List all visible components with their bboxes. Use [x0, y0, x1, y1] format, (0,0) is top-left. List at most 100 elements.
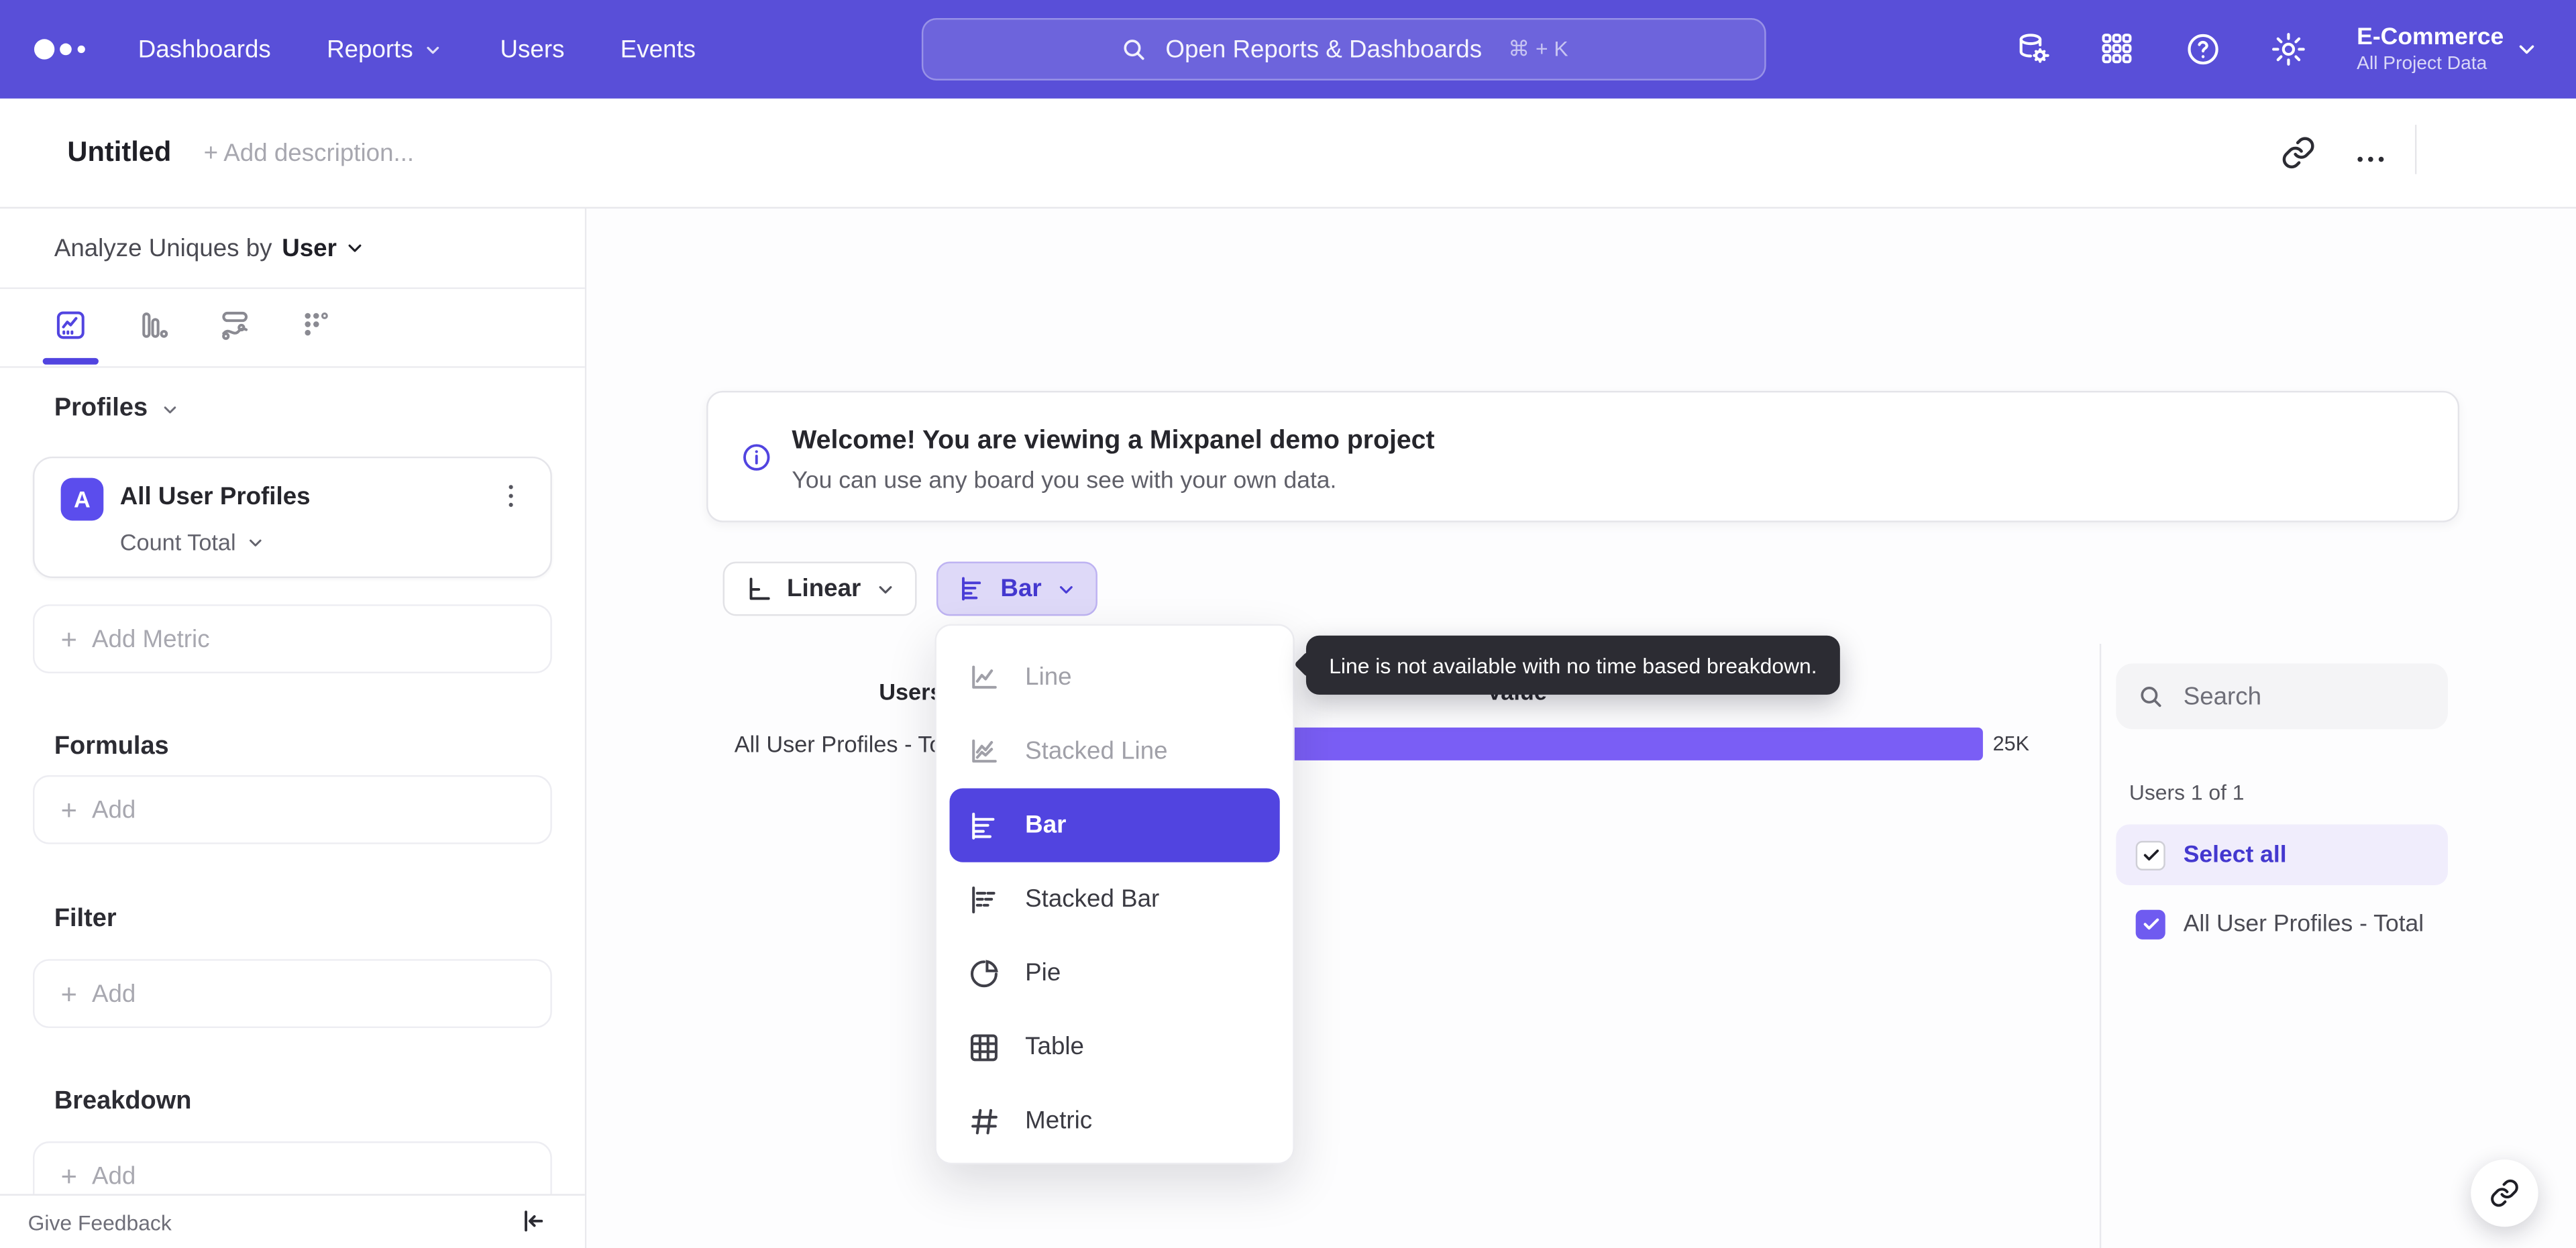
add-description-field[interactable]: + Add description...: [204, 139, 414, 168]
apps-grid-icon[interactable]: [2097, 30, 2137, 69]
add-metric-button[interactable]: + Add Metric: [32, 604, 552, 674]
analyze-entity-value: User: [282, 233, 337, 262]
add-metric-label: Add Metric: [91, 624, 210, 653]
content: Analyze Uniques by User Profiles A All U…: [0, 209, 2576, 1248]
chevron-down-icon: [423, 39, 444, 60]
project-switcher[interactable]: E-Commerce All Project Data: [2357, 24, 2504, 75]
report-title[interactable]: Untitled: [67, 136, 171, 169]
tab-insights[interactable]: [52, 307, 89, 343]
nav-item-label: Users: [500, 35, 565, 64]
sidebar-footer: Give Feedback: [0, 1194, 585, 1248]
top-nav: Dashboards Reports Users Events Open Rep…: [0, 0, 2576, 99]
give-feedback-link[interactable]: Give Feedback: [28, 1210, 172, 1235]
hash-metric-icon: [966, 1102, 1002, 1139]
select-all-row[interactable]: Select all: [2116, 824, 2448, 886]
settings-gear-icon[interactable]: [2268, 30, 2308, 69]
chevron-down-icon: [1055, 577, 1077, 600]
mixpanel-logo-icon[interactable]: [33, 36, 92, 62]
nav-item-reports[interactable]: Reports: [327, 36, 444, 63]
dropdown-item-pie[interactable]: Pie: [936, 936, 1293, 1010]
chart-type-button[interactable]: Bar: [936, 561, 1097, 616]
nav-icon-group: E-Commerce All Project Data: [2012, 0, 2576, 99]
add-filter-button[interactable]: + Add: [32, 959, 552, 1029]
report-canvas: Welcome! You are viewing a Mixpanel demo…: [586, 209, 2576, 1248]
series-checkbox[interactable]: [2135, 909, 2165, 939]
stacked-bar-chart-icon: [966, 881, 1002, 917]
search-icon: [1120, 34, 1149, 64]
collapse-sidebar-icon[interactable]: [517, 1206, 549, 1237]
chevron-down-icon[interactable]: [2514, 36, 2540, 62]
series-item-row[interactable]: All User Profiles - Total: [2116, 893, 2448, 954]
analyze-uniques-row: Analyze Uniques by User: [0, 209, 585, 290]
plus-icon: +: [60, 978, 77, 1009]
query-builder-sidebar: Analyze Uniques by User Profiles A All U…: [0, 209, 587, 1248]
scale-label: Linear: [787, 575, 861, 603]
project-scope: All Project Data: [2357, 53, 2487, 73]
metric-kebab-icon[interactable]: [494, 479, 527, 512]
project-name: E-Commerce: [2357, 23, 2504, 50]
info-icon: [739, 440, 773, 474]
check-icon: [2143, 849, 2158, 861]
analyze-entity-dropdown[interactable]: User: [282, 234, 366, 262]
primary-nav: Dashboards Reports Users Events: [138, 0, 696, 99]
plus-icon: +: [60, 1160, 77, 1192]
select-all-checkbox[interactable]: [2135, 840, 2165, 870]
tab-retention[interactable]: [299, 307, 335, 343]
formulas-section-header: Formulas: [54, 732, 169, 762]
tab-funnels[interactable]: [135, 307, 171, 343]
aggregation-value: Count Total: [119, 528, 236, 555]
dropdown-item-metric[interactable]: Metric: [936, 1084, 1293, 1157]
aggregation-dropdown[interactable]: Count Total: [120, 529, 266, 555]
dropdown-item-stacked-bar[interactable]: Stacked Bar: [936, 862, 1293, 936]
check-icon: [2143, 918, 2158, 930]
more-options-icon[interactable]: [2353, 141, 2389, 178]
filter-header-label: Filter: [54, 905, 117, 933]
plus-icon: +: [60, 623, 77, 655]
dropdown-item-label: Bar: [1025, 811, 1067, 840]
add-formula-button[interactable]: + Add: [32, 775, 552, 844]
nav-item-dashboards[interactable]: Dashboards: [138, 36, 271, 64]
bar-chart-icon: [956, 573, 987, 605]
series-count-label: Users 1 of 1: [2129, 780, 2245, 805]
dropdown-item-bar[interactable]: Bar: [949, 788, 1280, 862]
dropdown-item-label: Stacked Line: [1025, 737, 1168, 766]
analyze-label: Analyze Uniques by: [54, 233, 272, 262]
breakdown-header-label: Breakdown: [54, 1087, 192, 1115]
tooltip-arrow: [1294, 651, 1320, 677]
chevron-down-icon: [249, 538, 261, 546]
divider: [2415, 125, 2417, 174]
scale-selector-button[interactable]: Linear: [722, 561, 917, 616]
global-search[interactable]: Open Reports & Dashboards ⌘ + K: [921, 17, 1766, 81]
chevron-down-icon: [159, 398, 180, 420]
share-link-fab[interactable]: [2471, 1159, 2538, 1227]
metric-card: A All User Profiles Count Total: [32, 456, 552, 579]
dropdown-item-table[interactable]: Table: [936, 1010, 1293, 1084]
select-all-label: Select all: [2183, 842, 2287, 868]
nav-item-label: Dashboards: [138, 35, 271, 64]
help-icon[interactable]: [2183, 30, 2222, 69]
tab-flows[interactable]: [217, 307, 253, 343]
plus-icon: +: [60, 794, 77, 826]
data-management-icon[interactable]: [2012, 30, 2051, 69]
pie-chart-icon: [966, 955, 1002, 991]
link-icon: [2491, 1179, 2518, 1207]
line-chart-icon: [966, 659, 1002, 695]
metric-badge: A: [60, 477, 104, 521]
report-header: Untitled + Add description... Save: [0, 98, 2576, 276]
formulas-header-label: Formulas: [54, 732, 169, 760]
breakdown-section-header: Breakdown: [54, 1087, 192, 1117]
dropdown-item-label: Pie: [1025, 959, 1061, 987]
tooltip-text: Line is not available with no time based…: [1329, 653, 1817, 678]
table-icon: [966, 1029, 1002, 1065]
chart-column-header-users: Users: [879, 678, 943, 705]
dropdown-item-label: Table: [1025, 1033, 1084, 1062]
search-icon: [2136, 681, 2165, 711]
nav-item-users[interactable]: Users: [500, 36, 565, 64]
builder-tabs: [0, 289, 585, 368]
series-search-input[interactable]: [2180, 681, 2433, 712]
series-search[interactable]: [2116, 663, 2448, 730]
nav-item-events[interactable]: Events: [621, 36, 696, 64]
metric-name[interactable]: All User Profiles: [120, 483, 311, 511]
copy-link-icon[interactable]: [2280, 135, 2316, 171]
profiles-section-header[interactable]: Profiles: [54, 394, 180, 424]
